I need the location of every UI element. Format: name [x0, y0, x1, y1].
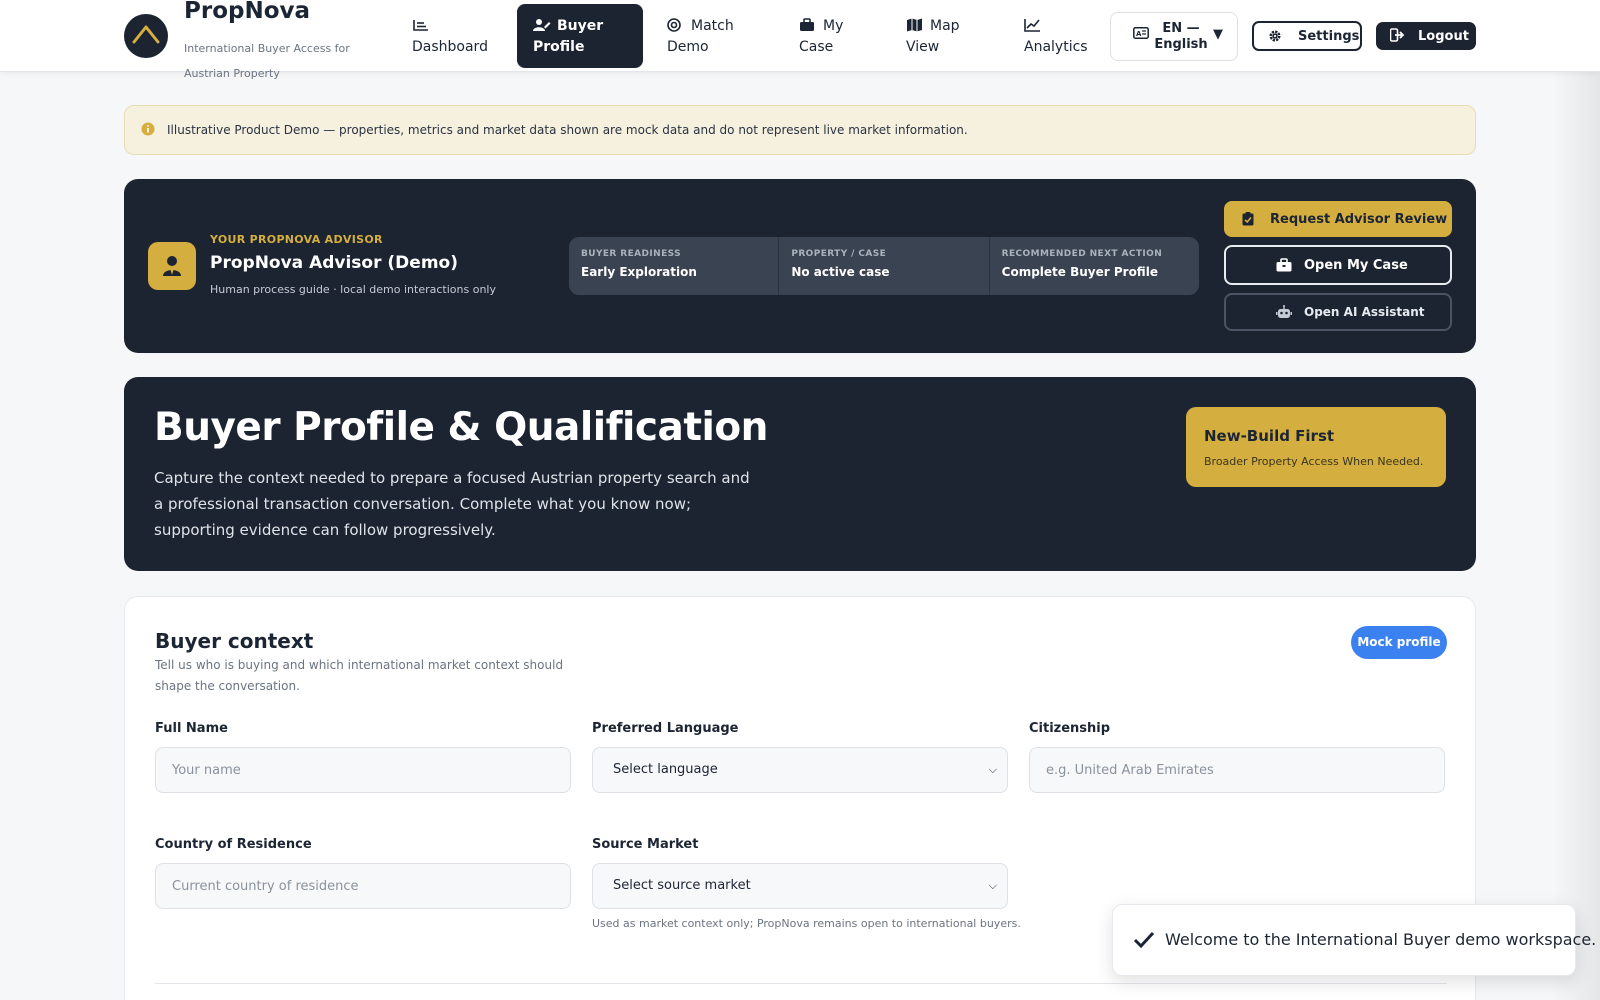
svg-text:A: A	[1136, 30, 1142, 38]
stat-property-case: PROPERTY / CASE No active case	[779, 237, 990, 295]
advisor-name: PropNova Advisor (Demo)	[210, 253, 458, 273]
select-value: Select language	[613, 762, 718, 777]
hero-panel: Buyer Profile & Qualification Capture th…	[124, 377, 1476, 571]
settings-label: Settings	[1298, 28, 1360, 44]
source-market-help: Used as market context only; PropNova re…	[592, 917, 1021, 930]
section-divider	[155, 983, 1447, 984]
stat-value: No active case	[791, 265, 890, 279]
notice-text: Illustrative Product Demo — properties, …	[167, 123, 968, 137]
logout-label: Logout	[1418, 28, 1469, 44]
welcome-toast: Welcome to the International Buyer demo …	[1112, 904, 1596, 976]
page-title: Buyer Profile & Qualification	[154, 405, 768, 450]
stat-value: Complete Buyer Profile	[1001, 265, 1158, 279]
user-edit-icon	[533, 19, 551, 31]
logo-icon	[124, 14, 168, 58]
demo-notice-banner: Illustrative Product Demo — properties, …	[124, 105, 1476, 155]
nav-analytics[interactable]: Analytics	[1008, 4, 1098, 68]
country-of-residence-input[interactable]	[155, 863, 571, 909]
nav-label: Dashboard	[412, 39, 488, 55]
advisor-panel: YOUR PROPNOVA ADVISOR PropNova Advisor (…	[124, 179, 1476, 353]
full-name-label: Full Name	[155, 721, 228, 736]
briefcase-icon	[1276, 258, 1292, 272]
new-build-badge: New-Build First Broader Property Access …	[1186, 407, 1446, 487]
nav-map-view[interactable]: Map View	[890, 4, 986, 68]
stat-label: BUYER READINESS	[581, 249, 681, 259]
chevron-down-icon: ⌵	[988, 763, 997, 776]
language-label: EN — English	[1154, 21, 1208, 52]
brand-subtitle: International Buyer Access for Austrian …	[184, 42, 350, 80]
section-title: Buyer context	[155, 629, 314, 653]
case-label: Open My Case	[1304, 257, 1408, 273]
top-navigation: PropNova International Buyer Access for …	[0, 0, 1600, 80]
logout-button[interactable]: Logout	[1376, 22, 1476, 50]
stat-label: PROPERTY / CASE	[791, 249, 887, 259]
badge-title: New-Build First	[1204, 427, 1335, 445]
full-name-input[interactable]	[155, 747, 571, 793]
logout-icon	[1390, 28, 1405, 42]
ai-label: Open AI Assistant	[1304, 305, 1425, 319]
advisor-stats: BUYER READINESS Early Exploration PROPER…	[569, 237, 1199, 295]
check-icon	[1133, 931, 1155, 949]
advisor-subtitle: Human process guide · local demo interac…	[210, 283, 496, 296]
review-label: Request Advisor Review	[1270, 211, 1448, 227]
stat-label: RECOMMENDED NEXT ACTION	[1001, 249, 1163, 259]
caret-down-icon: ▼	[1213, 27, 1223, 42]
nav-label: Analytics	[1024, 39, 1088, 55]
brand-name: PropNova	[184, 0, 311, 24]
request-advisor-review-button[interactable]: Request Advisor Review	[1224, 201, 1452, 237]
stat-value: Early Exploration	[581, 265, 697, 279]
map-icon	[907, 18, 922, 32]
advisor-avatar	[148, 242, 196, 290]
info-icon	[141, 122, 155, 136]
citizenship-input[interactable]	[1029, 747, 1445, 793]
preferred-language-select[interactable]: Select language ⌵	[592, 747, 1008, 793]
clipboard-check-icon	[1242, 212, 1254, 226]
chevron-down-icon: ⌵	[988, 879, 997, 892]
open-my-case-button[interactable]: Open My Case	[1224, 245, 1452, 285]
advisor-kicker: YOUR PROPNOVA ADVISOR	[210, 233, 383, 246]
nav-match-demo[interactable]: Match Demo	[651, 4, 761, 68]
user-tie-icon	[163, 256, 181, 276]
settings-button[interactable]: Settings	[1252, 21, 1362, 51]
gear-icon	[1269, 30, 1281, 42]
chart-line-icon	[1024, 19, 1040, 32]
open-ai-assistant-button[interactable]: Open AI Assistant	[1224, 293, 1452, 331]
nav-my-case[interactable]: My Case	[783, 4, 873, 68]
target-icon	[667, 18, 681, 32]
page-description: Capture the context needed to prepare a …	[154, 469, 750, 539]
briefcase-icon	[800, 18, 814, 31]
source-market-select[interactable]: Select source market ⌵	[592, 863, 1008, 909]
select-value: Select source market	[613, 878, 751, 893]
list-icon	[413, 20, 428, 31]
nav-buyer-profile[interactable]: Buyer Profile	[517, 4, 643, 68]
toast-message: Welcome to the International Buyer demo …	[1165, 930, 1597, 949]
stat-buyer-readiness: BUYER READINESS Early Exploration	[569, 237, 780, 295]
language-selector[interactable]: A EN — English ▼	[1110, 12, 1238, 61]
robot-icon	[1276, 305, 1292, 318]
page-edge-shade	[1552, 0, 1600, 1000]
source-market-label: Source Market	[592, 837, 699, 852]
preferred-language-label: Preferred Language	[592, 721, 739, 736]
mock-profile-badge[interactable]: Mock profile	[1351, 626, 1447, 659]
country-of-residence-label: Country of Residence	[155, 837, 312, 852]
badge-subtitle: Broader Property Access When Needed.	[1204, 455, 1424, 468]
language-icon: A	[1133, 27, 1149, 39]
section-description: Tell us who is buying and which internat…	[155, 658, 564, 693]
nav-dashboard[interactable]: Dashboard	[396, 4, 492, 68]
stat-next-action: RECOMMENDED NEXT ACTION Complete Buyer P…	[990, 237, 1199, 295]
citizenship-label: Citizenship	[1029, 721, 1111, 736]
